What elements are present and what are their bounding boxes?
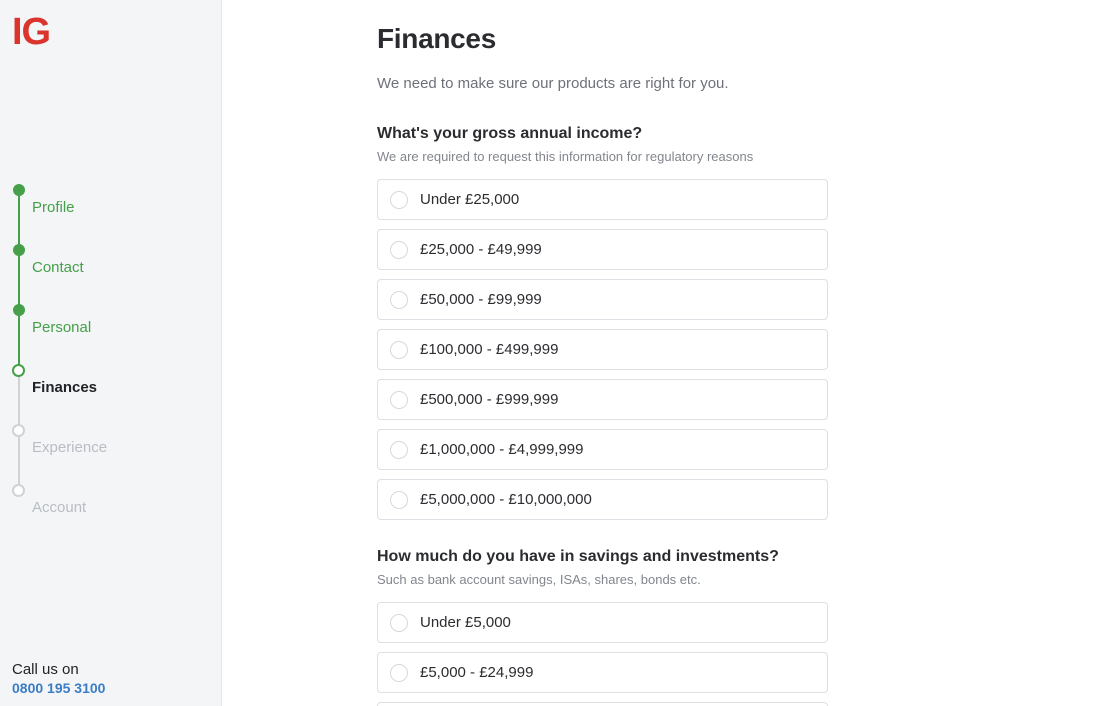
sidebar-item-label: Profile	[32, 199, 75, 216]
sidebar-item-profile[interactable]: Profile	[0, 178, 222, 250]
radio-option-label: £5,000 - £24,999	[420, 664, 534, 681]
call-us-label: Call us on	[12, 661, 79, 678]
step-dot-completed-icon	[13, 184, 25, 196]
radio-group-income: Under £25,000 £25,000 - £49,999 £50,000 …	[377, 179, 1096, 520]
question-help-text: We are required to request this informat…	[377, 149, 754, 164]
radio-option-label: £1,000,000 - £4,999,999	[420, 441, 584, 458]
page-subtitle: We need to make sure our products are ri…	[377, 75, 729, 92]
step-dot-current-icon	[12, 364, 25, 377]
radio-button-icon[interactable]	[390, 390, 408, 409]
radio-button-icon[interactable]	[390, 490, 408, 509]
sidebar-item-label: Account	[32, 499, 87, 516]
sidebar-item-label: Experience	[32, 439, 108, 456]
sidebar-item-account[interactable]: Account	[0, 478, 222, 538]
step-dot-pending-icon	[12, 424, 25, 437]
radio-option[interactable]: £1,000,000 - £4,999,999	[377, 429, 828, 470]
radio-button-icon[interactable]	[390, 613, 408, 632]
radio-option[interactable]	[377, 702, 828, 706]
radio-option[interactable]: £50,000 - £99,999	[377, 279, 828, 320]
radio-button-icon[interactable]	[390, 663, 408, 682]
radio-button-icon[interactable]	[390, 290, 408, 309]
radio-option[interactable]: Under £25,000	[377, 179, 828, 220]
progress-stepper: Profile Contact Personal Finances Experi	[0, 178, 222, 538]
sidebar-item-label: Finances	[32, 379, 98, 396]
sidebar-item-label: Personal	[32, 319, 92, 336]
step-dot-completed-icon	[13, 304, 25, 316]
radio-option-label: £100,000 - £499,999	[420, 341, 559, 358]
sidebar-item-label: Contact	[32, 259, 84, 276]
question-title: What's your gross annual income?	[377, 125, 643, 142]
radio-button-icon[interactable]	[390, 190, 408, 209]
sidebar-item-experience[interactable]: Experience	[0, 418, 222, 490]
contact-block: Call us on 0800 195 3100	[12, 660, 105, 698]
radio-option-label: £5,000,000 - £10,000,000	[420, 491, 592, 508]
radio-group-savings: Under £5,000 £5,000 - £24,999	[377, 602, 1096, 706]
main-content: Finances We need to make sure our produc…	[222, 0, 1096, 706]
radio-button-icon[interactable]	[390, 240, 408, 259]
question-savings-investments: How much do you have in savings and inve…	[377, 547, 1096, 706]
radio-option[interactable]: £500,000 - £999,999	[377, 379, 828, 420]
radio-option[interactable]: £5,000,000 - £10,000,000	[377, 479, 828, 520]
radio-option-label: Under £25,000	[420, 191, 520, 208]
radio-button-icon[interactable]	[390, 340, 408, 359]
phone-number-link[interactable]: 0800 195 3100	[12, 679, 105, 698]
ig-logo[interactable]: IG	[12, 12, 51, 52]
sidebar-item-contact[interactable]: Contact	[0, 238, 222, 310]
radio-option[interactable]: £25,000 - £49,999	[377, 229, 828, 270]
radio-option[interactable]: £100,000 - £499,999	[377, 329, 828, 370]
onboarding-page: IG Profile Contact Personal Finances Exp…	[0, 0, 1096, 706]
step-dot-completed-icon	[13, 244, 25, 256]
radio-option-label: Under £5,000	[420, 614, 511, 631]
step-dot-pending-icon	[12, 484, 25, 497]
page-title: Finances	[377, 23, 496, 54]
radio-option[interactable]: Under £5,000	[377, 602, 828, 643]
radio-button-icon[interactable]	[390, 440, 408, 459]
question-gross-annual-income: What's your gross annual income? We are …	[377, 124, 1096, 520]
radio-option-label: £25,000 - £49,999	[420, 241, 542, 258]
sidebar-item-personal[interactable]: Personal	[0, 298, 222, 370]
radio-option-label: £500,000 - £999,999	[420, 391, 559, 408]
question-title: How much do you have in savings and inve…	[377, 548, 779, 565]
sidebar-item-finances[interactable]: Finances	[0, 358, 222, 430]
sidebar: IG Profile Contact Personal Finances Exp…	[0, 0, 222, 706]
question-help-text: Such as bank account savings, ISAs, shar…	[377, 572, 701, 587]
radio-option[interactable]: £5,000 - £24,999	[377, 652, 828, 693]
radio-option-label: £50,000 - £99,999	[420, 291, 542, 308]
